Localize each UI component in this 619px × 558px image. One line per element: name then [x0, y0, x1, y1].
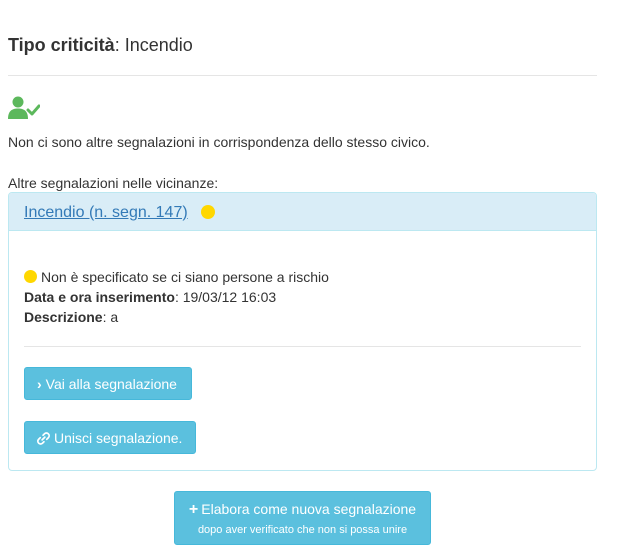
- no-reports-message: Non ci sono altre segnalazioni in corris…: [8, 134, 430, 150]
- link-icon: [37, 432, 50, 445]
- user-check-icon: [8, 96, 40, 119]
- insert-date: Data e ora inserimento: 19/03/12 16:03: [24, 289, 276, 305]
- goto-report-label: Vai alla segnalazione: [45, 376, 177, 392]
- goto-report-button[interactable]: › Vai alla segnalazione: [24, 367, 192, 400]
- report-title-link[interactable]: Incendio (n. segn. 147): [24, 204, 188, 222]
- risk-dot-icon: [24, 270, 37, 283]
- panel-heading: Incendio (n. segn. 147): [9, 193, 596, 231]
- new-report-sublabel: dopo aver verificato che non si possa un…: [197, 524, 408, 536]
- status-dot-icon: [201, 205, 215, 219]
- new-report-label: Elabora come nuova segnalazione: [201, 501, 417, 517]
- nearby-reports-label: Altre segnalazioni nelle vicinanze:: [8, 175, 219, 191]
- description-value: : a: [102, 309, 119, 325]
- plus-icon: +: [188, 501, 199, 518]
- date-label: Data e ora inserimento: [24, 289, 175, 305]
- nearby-report-panel: Incendio (n. segn. 147) Non è specificat…: [8, 192, 597, 471]
- merge-report-button[interactable]: Unisci segnalazione.: [24, 421, 196, 454]
- page-title: Tipo criticità: Incendio: [8, 35, 193, 55]
- title-separator: :: [114, 35, 120, 55]
- description: Descrizione: a: [24, 309, 118, 325]
- title-label: Tipo criticità: [8, 35, 115, 55]
- title-value: Incendio: [124, 35, 193, 55]
- new-report-line1: + Elabora come nuova segnalazione: [175, 501, 430, 518]
- risk-text: Non è specificato se ci siano persone a …: [41, 269, 329, 285]
- panel-divider: [24, 346, 581, 347]
- divider: [8, 75, 597, 76]
- new-report-button[interactable]: + Elabora come nuova segnalazione dopo av…: [174, 491, 431, 545]
- date-value: : 19/03/12 16:03: [174, 289, 277, 305]
- risk-status: Non è specificato se ci siano persone a …: [24, 269, 329, 285]
- chevron-right-icon: ›: [37, 376, 42, 392]
- description-label: Descrizione: [24, 309, 103, 325]
- merge-report-label: Unisci segnalazione.: [54, 430, 183, 446]
